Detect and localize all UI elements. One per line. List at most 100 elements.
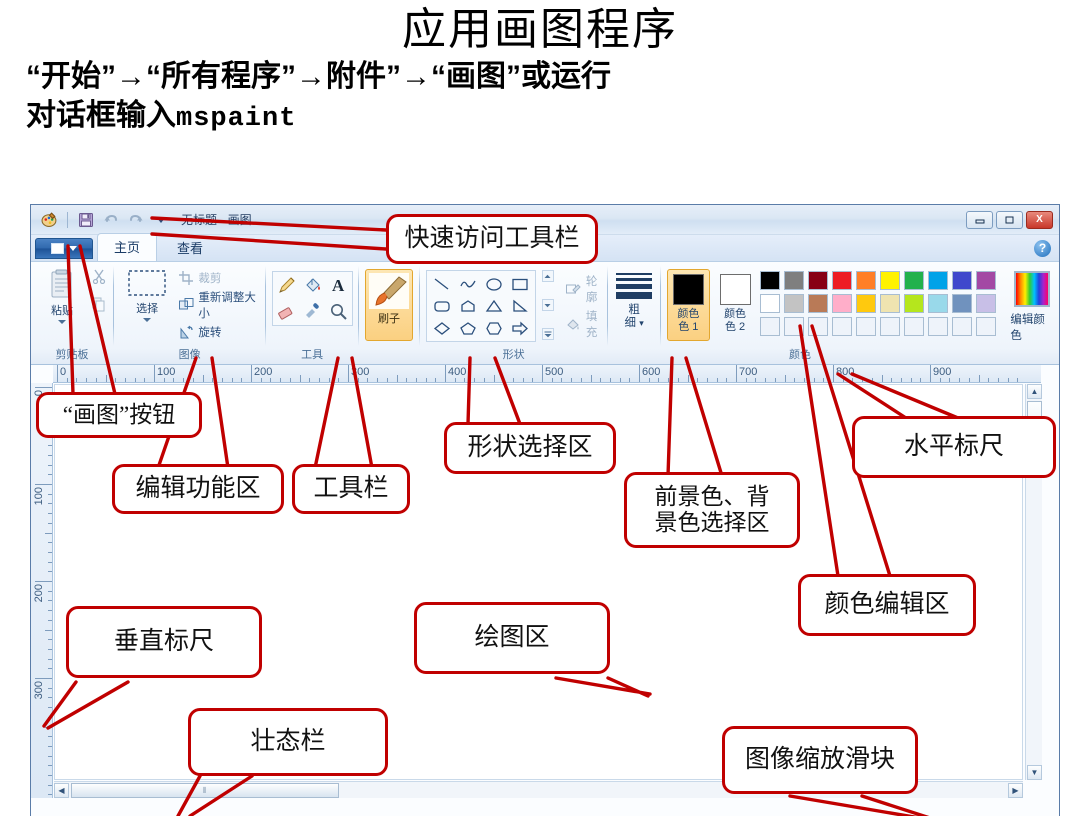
palette-swatch-r2-c2[interactable] xyxy=(784,294,805,313)
palette-swatch-r3-c8[interactable] xyxy=(928,317,949,336)
paste-button[interactable]: 粘贴 xyxy=(37,265,87,324)
save-icon[interactable] xyxy=(76,210,96,230)
rotate-button[interactable]: 旋转 xyxy=(178,324,259,340)
color1-button[interactable]: 颜色 色 1 xyxy=(666,269,710,341)
hruler-tick xyxy=(997,378,999,382)
help-icon[interactable]: ? xyxy=(1034,239,1051,257)
palette-swatch-r1-c7[interactable] xyxy=(904,271,925,290)
shape-polygon[interactable] xyxy=(455,295,481,317)
cut-button[interactable] xyxy=(91,268,107,284)
palette-swatch-r1-c3[interactable] xyxy=(808,271,829,290)
tab-view[interactable]: 查看 xyxy=(161,235,219,261)
minimize-button[interactable] xyxy=(966,210,993,229)
redo-icon[interactable] xyxy=(126,210,146,230)
palette-swatch-r1-c4[interactable] xyxy=(832,271,853,290)
scroll-up-button[interactable]: ▲ xyxy=(1027,384,1042,399)
scroll-right-button[interactable]: ▶ xyxy=(1008,783,1023,798)
palette-swatch-r2-c9[interactable] xyxy=(952,294,973,313)
palette-swatch-r3-c4[interactable] xyxy=(832,317,853,336)
palette-swatch-r3-c2[interactable] xyxy=(784,317,805,336)
tools-grid[interactable]: A xyxy=(271,271,353,326)
palette-swatch-r3-c7[interactable] xyxy=(904,317,925,336)
shapes-scroll-buttons[interactable] xyxy=(541,270,554,340)
brush-button[interactable]: 刷子 xyxy=(365,269,413,341)
tab-home[interactable]: 主页 xyxy=(97,233,158,261)
palette-swatch-r1-c2[interactable] xyxy=(784,271,805,290)
palette-swatch-r2-c10[interactable] xyxy=(976,294,997,313)
shape-right-arrow[interactable] xyxy=(507,317,533,339)
color2-button[interactable]: 颜色 色 2 xyxy=(714,269,757,341)
palette-swatch-r2-c3[interactable] xyxy=(808,294,829,313)
palette-swatch-r3-c1[interactable] xyxy=(760,317,781,336)
edit-colors-button[interactable]: 编辑颜色 xyxy=(1010,271,1053,343)
thickness-button[interactable]: 粗 细 ▾ xyxy=(614,265,654,330)
hruler-tick xyxy=(755,378,757,382)
shape-rounded-rectangle[interactable] xyxy=(429,295,455,317)
horizontal-ruler[interactable]: 0 100 200 300 400 500 600 700 800 900 xyxy=(53,365,1041,383)
palette-swatch-r2-c8[interactable] xyxy=(928,294,949,313)
vruler-tick xyxy=(48,775,52,776)
copy-button[interactable] xyxy=(91,296,107,312)
shape-rectangle[interactable] xyxy=(507,273,533,295)
fill-button[interactable]: 填充 xyxy=(566,308,602,340)
maximize-button[interactable] xyxy=(996,210,1023,229)
close-button[interactable]: X xyxy=(1026,210,1053,229)
shape-line[interactable] xyxy=(429,273,455,295)
undo-icon[interactable] xyxy=(101,210,121,230)
palette-swatch-r2-c6[interactable] xyxy=(880,294,901,313)
paint-menu-icon[interactable] xyxy=(39,210,59,230)
chevron-down-icon[interactable] xyxy=(143,318,152,322)
palette-swatch-r3-c9[interactable] xyxy=(952,317,973,336)
palette-swatch-r1-c8[interactable] xyxy=(928,271,949,290)
fill-tool-button[interactable] xyxy=(300,273,325,298)
palette-swatch-r3-c3[interactable] xyxy=(808,317,829,336)
text-tool-button[interactable]: A xyxy=(326,273,351,298)
palette-swatch-r1-c10[interactable] xyxy=(976,271,997,290)
palette-swatch-r2-c4[interactable] xyxy=(832,294,853,313)
magnifier-tool-button[interactable] xyxy=(326,299,351,324)
palette-swatch-r1-c9[interactable] xyxy=(952,271,973,290)
shape-pentagon[interactable] xyxy=(455,317,481,339)
palette-swatch-r3-c5[interactable] xyxy=(856,317,877,336)
color-palette[interactable] xyxy=(760,271,998,338)
group-label-tools: 工具 xyxy=(301,349,324,361)
chevron-down-icon[interactable] xyxy=(58,320,66,324)
vertical-ruler[interactable]: 0 100 200 300 xyxy=(31,383,53,798)
shape-right-triangle[interactable] xyxy=(507,295,533,317)
palette-swatch-r1-c5[interactable] xyxy=(856,271,877,290)
shapes-scroll-down-button[interactable] xyxy=(541,299,554,311)
shape-ellipse[interactable] xyxy=(481,273,507,295)
color-picker-tool-button[interactable] xyxy=(300,299,325,324)
hruler-tick xyxy=(367,378,369,382)
shapes-expand-button[interactable] xyxy=(541,328,554,340)
resize-button[interactable]: 重新调整大小 xyxy=(178,289,259,321)
shape-curve[interactable] xyxy=(455,273,481,295)
palette-swatch-r1-c6[interactable] xyxy=(880,271,901,290)
outline-button[interactable]: 轮廓 xyxy=(566,273,602,305)
paint-app-button[interactable] xyxy=(35,238,93,259)
vruler-tick xyxy=(48,784,52,786)
hruler-tick xyxy=(774,378,776,382)
eraser-tool-button[interactable] xyxy=(274,299,299,324)
scroll-left-button[interactable]: ◀ xyxy=(54,783,69,798)
hruler-tick xyxy=(260,378,262,382)
palette-swatch-r2-c1[interactable] xyxy=(760,294,781,313)
window-controls[interactable]: X xyxy=(966,210,1055,229)
quick-access-toolbar[interactable] xyxy=(35,210,171,230)
select-button[interactable]: 选择 xyxy=(120,265,175,322)
palette-swatch-r2-c7[interactable] xyxy=(904,294,925,313)
shapes-scroll-up-button[interactable] xyxy=(541,270,554,282)
shape-triangle[interactable] xyxy=(481,295,507,317)
scroll-down-button[interactable]: ▼ xyxy=(1027,765,1042,780)
pencil-tool-button[interactable] xyxy=(274,273,299,298)
shape-hexagon[interactable] xyxy=(481,317,507,339)
palette-swatch-r2-c5[interactable] xyxy=(856,294,877,313)
customize-qat-icon[interactable] xyxy=(151,210,171,230)
horizontal-scroll-thumb[interactable]: ⦀ xyxy=(71,783,339,798)
palette-swatch-r3-c6[interactable] xyxy=(880,317,901,336)
shape-diamond[interactable] xyxy=(429,317,455,339)
shapes-gallery[interactable] xyxy=(425,270,536,342)
palette-swatch-r1-c1[interactable] xyxy=(760,271,781,290)
crop-button[interactable]: 裁剪 xyxy=(178,270,259,286)
palette-swatch-r3-c10[interactable] xyxy=(976,317,997,336)
